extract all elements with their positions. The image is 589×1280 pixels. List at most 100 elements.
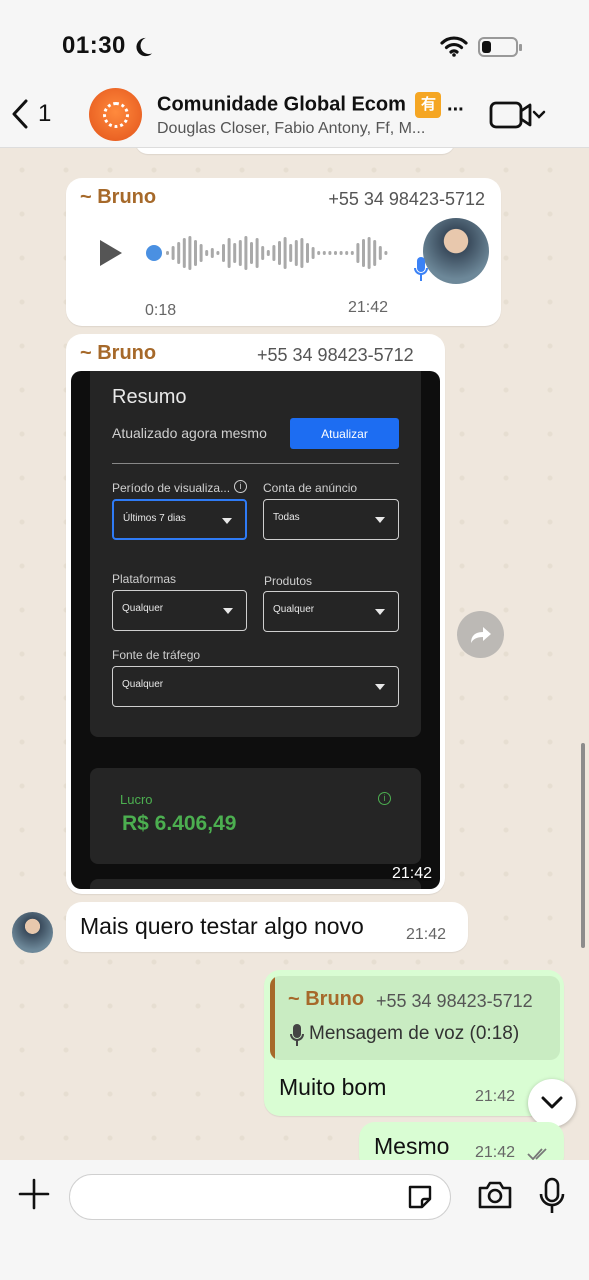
audio-waveform[interactable] [146,233,396,273]
status-time: 01:30 [62,32,126,59]
waveform-bar [384,251,388,255]
waveform-bar [244,236,248,270]
waveform-bar [328,251,332,255]
waveform-bar [222,244,225,262]
waveform-bar [300,238,304,268]
message-time: 21:42 [406,926,447,943]
text-message[interactable]: Mesmo 21:42 [359,1122,564,1160]
forward-arrow-icon [470,626,491,643]
platforms-select: Qualquer [112,590,247,631]
platforms-label: Plataformas [112,572,177,586]
previous-message-edge [135,148,455,154]
quoted-message[interactable]: ~ Bruno +55 34 98423-5712 Mensagem de vo… [270,976,560,1060]
profit-label: Lucro [120,792,153,807]
sender-name[interactable]: ~ Bruno [80,342,156,365]
mic-icon [290,1024,304,1046]
waveform-bar [194,240,197,266]
products-label: Produtos [264,574,313,588]
voice-message[interactable]: ~ Bruno +55 34 98423-5712 0:18 21:42 [66,178,501,326]
waveform-bar [205,250,209,256]
message-input[interactable] [69,1174,451,1220]
sticker-icon[interactable] [406,1183,434,1211]
traffic-value: Qualquer [122,679,164,690]
profit-card: Lucro i R$ 6.406,49 [90,768,421,864]
mic-icon[interactable] [538,1177,566,1215]
input-bar [0,1160,589,1280]
waveform-bar [311,247,315,259]
mic-icon [414,257,428,281]
message-time: 21:42 [391,865,432,882]
chevron-down-icon [541,1096,563,1109]
message-time: 21:42 [475,1088,516,1105]
text-message[interactable]: Mais quero testar algo novo 21:42 [66,902,468,952]
waveform-bar [278,241,281,265]
waveform-bar [322,251,326,255]
camera-icon[interactable] [477,1180,513,1210]
platforms-value: Qualquer [122,603,164,614]
chat-area[interactable]: ~ Bruno +55 34 98423-5712 0:18 21:42 ~ B… [0,148,589,1160]
sender-avatar [423,218,489,284]
waveform-bar [255,238,259,268]
video-call-button[interactable] [489,100,549,135]
video-camera-icon [489,101,546,129]
waveform-bar [317,251,321,255]
message-text: Mais quero testar algo novo [80,913,364,939]
message-time: 21:42 [475,1144,516,1160]
summary-subtitle: Atualizado agora mesmo [112,425,267,441]
next-card-edge [90,879,421,889]
waveform-bar [334,251,337,255]
playback-position [146,245,162,261]
message-time: 21:42 [348,299,389,316]
sender-avatar[interactable] [12,912,53,953]
image-message[interactable]: ~ Bruno +55 34 98423-5712 Resumo Atualiz… [66,334,445,894]
scrollbar[interactable] [581,743,585,948]
forward-button[interactable] [457,611,504,658]
account-label: Conta de anúncio [263,481,358,495]
waveform-bar [238,240,242,266]
sender-phone[interactable]: +55 34 98423-5712 [257,345,414,366]
profit-value: R$ 6.406,49 [122,812,237,835]
waveform-bar [171,246,175,260]
waveform-bar [266,250,270,256]
sender-name[interactable]: ~ Bruno [80,186,156,209]
waveform-bar [362,239,365,267]
image-attachment[interactable]: Resumo Atualizado agora mesmo Atualizar … [71,371,440,889]
account-select: Todas [263,499,399,540]
dropdown-caret-icon [223,608,233,614]
quote-text: Mensagem de voz (0:18) [309,1023,520,1044]
group-name: Comunidade Global Ecom [157,93,406,116]
back-button[interactable]: 1 [10,98,51,130]
products-value: Qualquer [273,604,315,615]
emoji-badge: 有 [415,92,442,118]
play-icon[interactable] [100,240,122,266]
waveform-bar [356,243,360,263]
waveform-bar [210,248,214,258]
message-text: Muito bom [279,1074,387,1100]
group-avatar[interactable] [89,88,142,141]
status-bar: 01:30 [0,0,589,80]
plus-icon[interactable] [18,1178,50,1210]
message-text: Mesmo [374,1133,450,1159]
waveform-bar [261,246,265,260]
title-ellipsis: ... [447,93,464,116]
quote-phone: +55 34 98423-5712 [376,991,533,1011]
products-select: Qualquer [263,591,399,632]
waveform-bar [306,243,309,263]
waveform-bar [367,237,371,269]
battery-icon [478,37,522,57]
summary-card: Resumo Atualizado agora mesmo Atualizar … [90,371,421,737]
group-title[interactable]: Comunidade Global Ecom 有 ... [157,92,464,118]
account-value: Todas [273,512,300,523]
reply-message[interactable]: ~ Bruno +55 34 98423-5712 Mensagem de vo… [264,970,564,1116]
waveform-bar [216,251,220,255]
update-button: Atualizar [290,418,399,449]
waveform-bar [233,243,237,263]
traffic-label: Fonte de tráfego [112,648,201,662]
waveform-bar [378,246,382,260]
waveform-bar [272,245,276,261]
waveform-bar [227,238,231,268]
group-members: Douglas Closer, Fabio Antony, Ff, M... [157,120,426,137]
sender-phone[interactable]: +55 34 98423-5712 [328,189,485,210]
scroll-down-button[interactable] [528,1079,576,1127]
chevron-left-icon [12,99,28,129]
